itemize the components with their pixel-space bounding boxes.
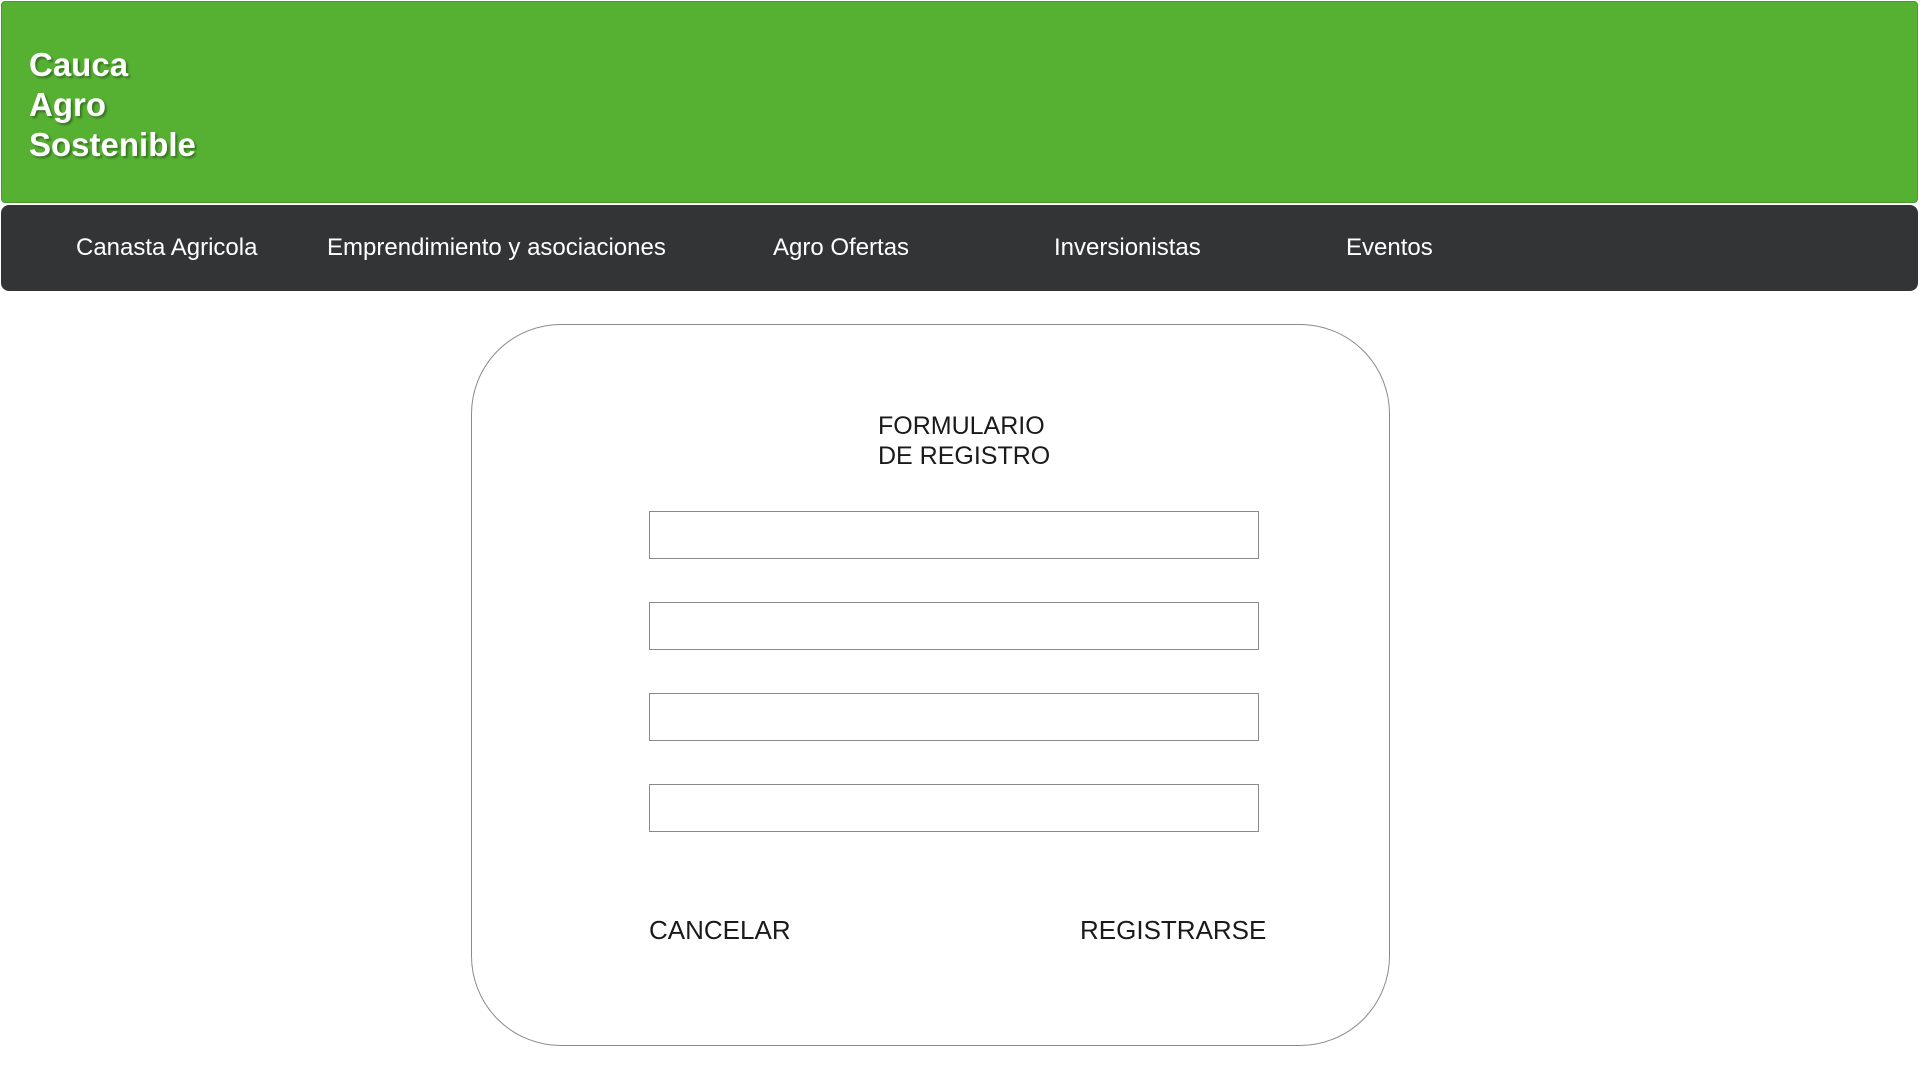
form-title: FORMULARIO DE REGISTRO	[878, 411, 1050, 471]
site-logo[interactable]: Cauca Agro Sostenible	[29, 45, 196, 165]
nav-item-inversionistas[interactable]: Inversionistas	[1054, 205, 1201, 291]
nav-item-agro-ofertas[interactable]: Agro Ofertas	[773, 205, 909, 291]
nav-item-emprendimiento[interactable]: Emprendimiento y asociaciones	[327, 205, 666, 291]
nav-item-canasta-agricola[interactable]: Canasta Agricola	[76, 205, 257, 291]
register-button[interactable]: REGISTRARSE	[1080, 915, 1266, 945]
logo-line-2: Agro	[29, 86, 106, 123]
logo-line-3: Sostenible	[29, 126, 196, 163]
form-field-3[interactable]	[649, 693, 1259, 741]
site-header: Cauca Agro Sostenible	[1, 1, 1918, 203]
form-title-line-2: DE REGISTRO	[878, 442, 1051, 470]
form-title-line-1: FORMULARIO	[878, 412, 1045, 440]
main-navbar: Canasta Agricola Emprendimiento y asocia…	[1, 205, 1918, 291]
logo-line-1: Cauca	[29, 46, 129, 83]
registration-card: FORMULARIO DE REGISTRO CANCELAR REGISTRA…	[471, 324, 1390, 1046]
form-field-1[interactable]	[649, 511, 1259, 559]
nav-item-eventos[interactable]: Eventos	[1346, 205, 1433, 291]
form-field-2[interactable]	[649, 602, 1259, 650]
cancel-button[interactable]: CANCELAR	[649, 915, 791, 945]
form-field-4[interactable]	[649, 784, 1259, 832]
